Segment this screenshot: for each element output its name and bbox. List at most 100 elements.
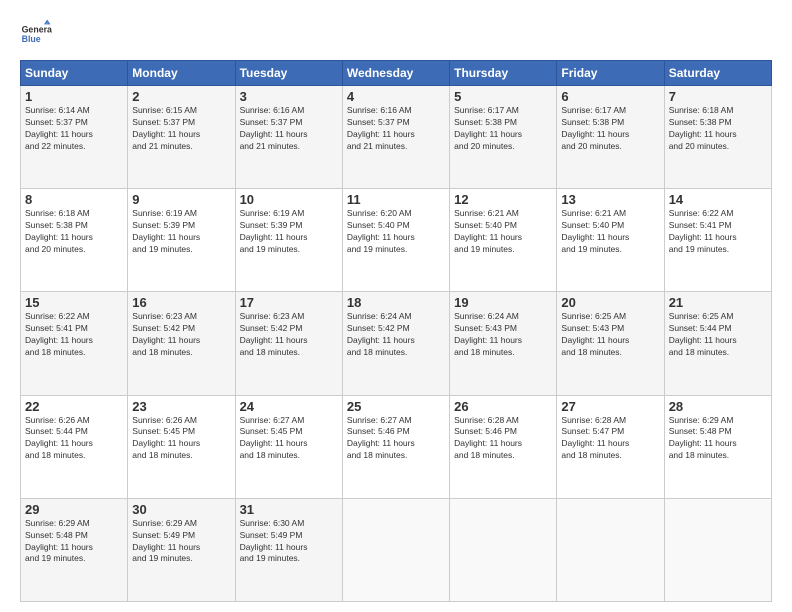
day-info: Sunrise: 6:22 AM Sunset: 5:41 PM Dayligh…	[669, 208, 767, 256]
day-number: 24	[240, 399, 338, 414]
calendar-week-row: 15Sunrise: 6:22 AM Sunset: 5:41 PM Dayli…	[21, 292, 772, 395]
day-number: 14	[669, 192, 767, 207]
day-info: Sunrise: 6:19 AM Sunset: 5:39 PM Dayligh…	[132, 208, 230, 256]
calendar-cell	[450, 498, 557, 601]
calendar-cell: 25Sunrise: 6:27 AM Sunset: 5:46 PM Dayli…	[342, 395, 449, 498]
calendar-table: Sunday Monday Tuesday Wednesday Thursday…	[20, 60, 772, 602]
calendar-cell: 2Sunrise: 6:15 AM Sunset: 5:37 PM Daylig…	[128, 86, 235, 189]
day-number: 26	[454, 399, 552, 414]
day-number: 23	[132, 399, 230, 414]
day-info: Sunrise: 6:14 AM Sunset: 5:37 PM Dayligh…	[25, 105, 123, 153]
calendar-cell	[557, 498, 664, 601]
day-number: 15	[25, 295, 123, 310]
header-saturday: Saturday	[664, 61, 771, 86]
day-number: 20	[561, 295, 659, 310]
day-number: 3	[240, 89, 338, 104]
day-info: Sunrise: 6:24 AM Sunset: 5:42 PM Dayligh…	[347, 311, 445, 359]
calendar-cell: 26Sunrise: 6:28 AM Sunset: 5:46 PM Dayli…	[450, 395, 557, 498]
svg-text:Blue: Blue	[22, 34, 41, 44]
calendar-cell	[342, 498, 449, 601]
calendar-cell	[664, 498, 771, 601]
calendar-cell: 13Sunrise: 6:21 AM Sunset: 5:40 PM Dayli…	[557, 189, 664, 292]
day-number: 4	[347, 89, 445, 104]
day-number: 1	[25, 89, 123, 104]
day-info: Sunrise: 6:25 AM Sunset: 5:44 PM Dayligh…	[669, 311, 767, 359]
day-info: Sunrise: 6:21 AM Sunset: 5:40 PM Dayligh…	[561, 208, 659, 256]
day-number: 31	[240, 502, 338, 517]
day-info: Sunrise: 6:16 AM Sunset: 5:37 PM Dayligh…	[240, 105, 338, 153]
calendar-cell: 23Sunrise: 6:26 AM Sunset: 5:45 PM Dayli…	[128, 395, 235, 498]
day-info: Sunrise: 6:25 AM Sunset: 5:43 PM Dayligh…	[561, 311, 659, 359]
calendar-cell: 17Sunrise: 6:23 AM Sunset: 5:42 PM Dayli…	[235, 292, 342, 395]
day-info: Sunrise: 6:17 AM Sunset: 5:38 PM Dayligh…	[561, 105, 659, 153]
day-number: 22	[25, 399, 123, 414]
day-info: Sunrise: 6:18 AM Sunset: 5:38 PM Dayligh…	[25, 208, 123, 256]
day-info: Sunrise: 6:26 AM Sunset: 5:45 PM Dayligh…	[132, 415, 230, 463]
day-info: Sunrise: 6:18 AM Sunset: 5:38 PM Dayligh…	[669, 105, 767, 153]
day-info: Sunrise: 6:28 AM Sunset: 5:46 PM Dayligh…	[454, 415, 552, 463]
day-info: Sunrise: 6:29 AM Sunset: 5:48 PM Dayligh…	[669, 415, 767, 463]
calendar-cell: 20Sunrise: 6:25 AM Sunset: 5:43 PM Dayli…	[557, 292, 664, 395]
calendar-cell: 15Sunrise: 6:22 AM Sunset: 5:41 PM Dayli…	[21, 292, 128, 395]
calendar-cell: 27Sunrise: 6:28 AM Sunset: 5:47 PM Dayli…	[557, 395, 664, 498]
calendar-cell: 12Sunrise: 6:21 AM Sunset: 5:40 PM Dayli…	[450, 189, 557, 292]
day-number: 13	[561, 192, 659, 207]
logo: General Blue	[20, 18, 52, 50]
day-info: Sunrise: 6:24 AM Sunset: 5:43 PM Dayligh…	[454, 311, 552, 359]
header-wednesday: Wednesday	[342, 61, 449, 86]
day-info: Sunrise: 6:29 AM Sunset: 5:49 PM Dayligh…	[132, 518, 230, 566]
calendar-cell: 14Sunrise: 6:22 AM Sunset: 5:41 PM Dayli…	[664, 189, 771, 292]
calendar-cell: 7Sunrise: 6:18 AM Sunset: 5:38 PM Daylig…	[664, 86, 771, 189]
day-info: Sunrise: 6:27 AM Sunset: 5:46 PM Dayligh…	[347, 415, 445, 463]
day-number: 25	[347, 399, 445, 414]
day-info: Sunrise: 6:20 AM Sunset: 5:40 PM Dayligh…	[347, 208, 445, 256]
header-thursday: Thursday	[450, 61, 557, 86]
calendar-cell: 22Sunrise: 6:26 AM Sunset: 5:44 PM Dayli…	[21, 395, 128, 498]
day-info: Sunrise: 6:21 AM Sunset: 5:40 PM Dayligh…	[454, 208, 552, 256]
calendar-cell: 21Sunrise: 6:25 AM Sunset: 5:44 PM Dayli…	[664, 292, 771, 395]
day-number: 16	[132, 295, 230, 310]
day-number: 30	[132, 502, 230, 517]
day-number: 9	[132, 192, 230, 207]
calendar-cell: 11Sunrise: 6:20 AM Sunset: 5:40 PM Dayli…	[342, 189, 449, 292]
calendar-cell: 19Sunrise: 6:24 AM Sunset: 5:43 PM Dayli…	[450, 292, 557, 395]
calendar-page: General Blue Sunday Monday Tuesday Wedne…	[0, 0, 792, 612]
day-info: Sunrise: 6:22 AM Sunset: 5:41 PM Dayligh…	[25, 311, 123, 359]
calendar-cell: 9Sunrise: 6:19 AM Sunset: 5:39 PM Daylig…	[128, 189, 235, 292]
day-info: Sunrise: 6:27 AM Sunset: 5:45 PM Dayligh…	[240, 415, 338, 463]
day-info: Sunrise: 6:30 AM Sunset: 5:49 PM Dayligh…	[240, 518, 338, 566]
day-info: Sunrise: 6:29 AM Sunset: 5:48 PM Dayligh…	[25, 518, 123, 566]
calendar-cell: 31Sunrise: 6:30 AM Sunset: 5:49 PM Dayli…	[235, 498, 342, 601]
day-number: 5	[454, 89, 552, 104]
calendar-cell: 18Sunrise: 6:24 AM Sunset: 5:42 PM Dayli…	[342, 292, 449, 395]
day-info: Sunrise: 6:19 AM Sunset: 5:39 PM Dayligh…	[240, 208, 338, 256]
day-info: Sunrise: 6:23 AM Sunset: 5:42 PM Dayligh…	[240, 311, 338, 359]
day-number: 11	[347, 192, 445, 207]
calendar-cell: 3Sunrise: 6:16 AM Sunset: 5:37 PM Daylig…	[235, 86, 342, 189]
calendar-week-row: 22Sunrise: 6:26 AM Sunset: 5:44 PM Dayli…	[21, 395, 772, 498]
day-info: Sunrise: 6:15 AM Sunset: 5:37 PM Dayligh…	[132, 105, 230, 153]
calendar-cell: 4Sunrise: 6:16 AM Sunset: 5:37 PM Daylig…	[342, 86, 449, 189]
day-info: Sunrise: 6:23 AM Sunset: 5:42 PM Dayligh…	[132, 311, 230, 359]
day-number: 29	[25, 502, 123, 517]
calendar-week-row: 1Sunrise: 6:14 AM Sunset: 5:37 PM Daylig…	[21, 86, 772, 189]
logo-icon: General Blue	[20, 18, 52, 50]
calendar-cell: 24Sunrise: 6:27 AM Sunset: 5:45 PM Dayli…	[235, 395, 342, 498]
day-info: Sunrise: 6:26 AM Sunset: 5:44 PM Dayligh…	[25, 415, 123, 463]
svg-text:General: General	[22, 24, 52, 34]
calendar-cell: 30Sunrise: 6:29 AM Sunset: 5:49 PM Dayli…	[128, 498, 235, 601]
day-number: 21	[669, 295, 767, 310]
calendar-cell: 5Sunrise: 6:17 AM Sunset: 5:38 PM Daylig…	[450, 86, 557, 189]
day-number: 18	[347, 295, 445, 310]
calendar-cell: 1Sunrise: 6:14 AM Sunset: 5:37 PM Daylig…	[21, 86, 128, 189]
day-number: 8	[25, 192, 123, 207]
calendar-cell: 16Sunrise: 6:23 AM Sunset: 5:42 PM Dayli…	[128, 292, 235, 395]
day-number: 10	[240, 192, 338, 207]
day-number: 6	[561, 89, 659, 104]
day-number: 12	[454, 192, 552, 207]
day-number: 19	[454, 295, 552, 310]
calendar-week-row: 8Sunrise: 6:18 AM Sunset: 5:38 PM Daylig…	[21, 189, 772, 292]
header-tuesday: Tuesday	[235, 61, 342, 86]
header-friday: Friday	[557, 61, 664, 86]
day-info: Sunrise: 6:28 AM Sunset: 5:47 PM Dayligh…	[561, 415, 659, 463]
